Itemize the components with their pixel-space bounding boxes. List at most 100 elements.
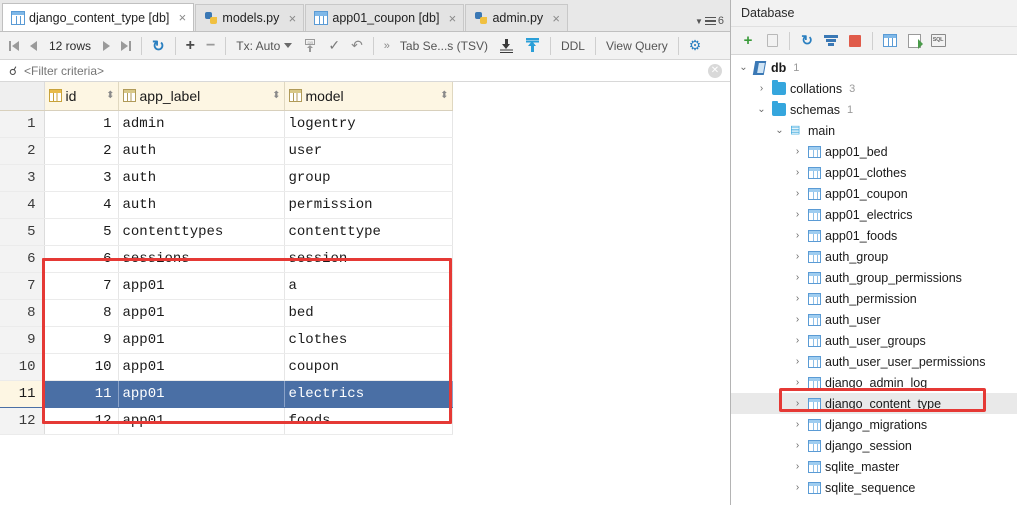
table-cell-app_label[interactable]: auth bbox=[118, 191, 285, 219]
close-icon[interactable]: × bbox=[550, 12, 562, 25]
close-icon[interactable]: × bbox=[176, 11, 188, 24]
chevron-down-icon[interactable]: ⌄ bbox=[755, 104, 768, 115]
table-row[interactable]: 12 12 app01 foods bbox=[0, 407, 453, 435]
chevron-right-icon[interactable]: › bbox=[791, 251, 804, 262]
table-cell-model[interactable]: a bbox=[284, 272, 453, 300]
tree-item-collations[interactable]: › collations 3 bbox=[731, 78, 1017, 99]
export-data-button[interactable] bbox=[520, 35, 545, 57]
chevron-right-icon[interactable]: › bbox=[755, 83, 768, 94]
table-cell-id[interactable]: 4 bbox=[44, 191, 119, 219]
chevron-right-icon[interactable]: › bbox=[791, 419, 804, 430]
tree-item-sqlite-master[interactable]: › sqlite_master bbox=[731, 456, 1017, 477]
chevron-right-icon[interactable]: › bbox=[791, 230, 804, 241]
duplicate-button[interactable] bbox=[761, 30, 783, 52]
filter-schemas-button[interactable] bbox=[820, 30, 842, 52]
filter-input[interactable] bbox=[22, 63, 708, 78]
table-cell-id[interactable]: 10 bbox=[44, 353, 119, 381]
chevron-right-icon[interactable]: › bbox=[791, 461, 804, 472]
table-cell-id[interactable]: 7 bbox=[44, 272, 119, 300]
table-cell-app_label[interactable]: admin bbox=[118, 110, 285, 138]
chevron-right-icon[interactable]: › bbox=[791, 398, 804, 409]
table-cell-id[interactable]: 11 bbox=[44, 380, 119, 408]
editor-tab[interactable]: admin.py × bbox=[465, 4, 569, 31]
open-console-button[interactable]: SQL bbox=[927, 30, 949, 52]
output-format-dropdown[interactable]: Tab Se...s (TSV) bbox=[395, 35, 493, 57]
toolbar-overflow-button[interactable]: » bbox=[379, 35, 394, 57]
tree-item-sqlite-sequence[interactable]: › sqlite_sequence bbox=[731, 477, 1017, 498]
stop-button[interactable] bbox=[844, 30, 866, 52]
tree-item-auth-permission[interactable]: › auth_permission bbox=[731, 288, 1017, 309]
settings-button[interactable]: ⚙ bbox=[684, 35, 707, 57]
view-query-button[interactable]: View Query bbox=[601, 35, 673, 57]
submit-button[interactable]: ✓ bbox=[323, 35, 345, 57]
editor-tab[interactable]: django_content_type [db] × bbox=[2, 3, 195, 31]
table-cell-id[interactable]: 3 bbox=[44, 164, 119, 192]
table-cell-model[interactable]: group bbox=[284, 164, 453, 192]
previous-page-button[interactable] bbox=[25, 35, 42, 57]
chevron-right-icon[interactable]: › bbox=[791, 272, 804, 283]
table-row[interactable]: 7 7 app01 a bbox=[0, 272, 453, 300]
table-cell-id[interactable]: 1 bbox=[44, 110, 119, 138]
close-icon[interactable]: × bbox=[446, 12, 458, 25]
table-cell-app_label[interactable]: app01 bbox=[118, 272, 285, 300]
table-row[interactable]: 10 10 app01 coupon bbox=[0, 353, 453, 381]
chevron-right-icon[interactable]: › bbox=[791, 356, 804, 367]
import-data-button[interactable] bbox=[494, 35, 519, 57]
editor-tab[interactable]: models.py × bbox=[195, 4, 305, 31]
tree-item-auth-user[interactable]: › auth_user bbox=[731, 309, 1017, 330]
chevron-right-icon[interactable]: › bbox=[791, 188, 804, 199]
table-cell-model[interactable]: logentry bbox=[284, 110, 453, 138]
chevron-down-icon[interactable]: ⌄ bbox=[737, 62, 750, 73]
table-row[interactable]: 5 5 contenttypes contenttype bbox=[0, 218, 453, 246]
delete-row-button[interactable]: − bbox=[201, 35, 220, 57]
table-cell-model[interactable]: electrics bbox=[284, 380, 453, 408]
column-header-model[interactable]: model ⬍ bbox=[284, 82, 453, 111]
tree-item-auth-user-user-permissions[interactable]: › auth_user_user_permissions bbox=[731, 351, 1017, 372]
ddl-button[interactable]: DDL bbox=[556, 35, 590, 57]
table-cell-model[interactable]: session bbox=[284, 245, 453, 273]
table-cell-model[interactable]: contenttype bbox=[284, 218, 453, 246]
close-icon[interactable]: × bbox=[286, 12, 298, 25]
table-cell-model[interactable]: user bbox=[284, 137, 453, 165]
table-row[interactable]: 4 4 auth permission bbox=[0, 191, 453, 219]
tree-item-app01-foods[interactable]: › app01_foods bbox=[731, 225, 1017, 246]
table-cell-id[interactable]: 6 bbox=[44, 245, 119, 273]
chevron-right-icon[interactable]: › bbox=[791, 167, 804, 178]
table-cell-app_label[interactable]: app01 bbox=[118, 353, 285, 381]
table-cell-model[interactable]: clothes bbox=[284, 326, 453, 354]
clear-icon[interactable]: ✕ bbox=[708, 63, 722, 78]
table-cell-model[interactable]: permission bbox=[284, 191, 453, 219]
table-row[interactable]: 3 3 auth group bbox=[0, 164, 453, 192]
table-cell-id[interactable]: 9 bbox=[44, 326, 119, 354]
table-cell-id[interactable]: 12 bbox=[44, 407, 119, 435]
tab-overflow-control[interactable]: ▼ 6 bbox=[695, 15, 730, 31]
table-cell-app_label[interactable]: app01 bbox=[118, 299, 285, 327]
tree-item-django-content-type[interactable]: › django_content_type bbox=[731, 393, 1017, 414]
table-row[interactable]: 1 1 admin logentry bbox=[0, 110, 453, 138]
tree-item-auth-user-groups[interactable]: › auth_user_groups bbox=[731, 330, 1017, 351]
tree-item-schemas[interactable]: ⌄ schemas 1 bbox=[731, 99, 1017, 120]
chevron-right-icon[interactable]: › bbox=[791, 209, 804, 220]
sort-indicator-icon[interactable]: ⬍ bbox=[272, 90, 280, 101]
table-row[interactable]: 11 11 app01 electrics bbox=[0, 380, 453, 408]
export-to-database-button[interactable]: DB bbox=[298, 35, 322, 57]
table-row[interactable]: 9 9 app01 clothes bbox=[0, 326, 453, 354]
table-cell-id[interactable]: 5 bbox=[44, 218, 119, 246]
synchronize-button[interactable]: ↻ bbox=[796, 30, 818, 52]
tree-item-app01-clothes[interactable]: › app01_clothes bbox=[731, 162, 1017, 183]
editor-tab[interactable]: app01_coupon [db] × bbox=[305, 4, 465, 31]
chevron-right-icon[interactable]: › bbox=[791, 314, 804, 325]
tree-item-auth-group[interactable]: › auth_group bbox=[731, 246, 1017, 267]
tree-item-app01-bed[interactable]: › app01_bed bbox=[731, 141, 1017, 162]
table-cell-app_label[interactable]: contenttypes bbox=[118, 218, 285, 246]
chevron-down-icon[interactable]: ⌄ bbox=[773, 125, 786, 136]
table-row[interactable]: 6 6 sessions session bbox=[0, 245, 453, 273]
tree-item-db[interactable]: ⌄ db 1 bbox=[731, 57, 1017, 78]
table-cell-app_label[interactable]: sessions bbox=[118, 245, 285, 273]
table-cell-app_label[interactable]: app01 bbox=[118, 380, 285, 408]
table-cell-app_label[interactable]: app01 bbox=[118, 407, 285, 435]
tree-item-main[interactable]: ⌄ ▤ main bbox=[731, 120, 1017, 141]
next-page-button[interactable] bbox=[98, 35, 115, 57]
chevron-right-icon[interactable]: › bbox=[791, 146, 804, 157]
column-header-id[interactable]: id ⬍ bbox=[44, 82, 119, 111]
